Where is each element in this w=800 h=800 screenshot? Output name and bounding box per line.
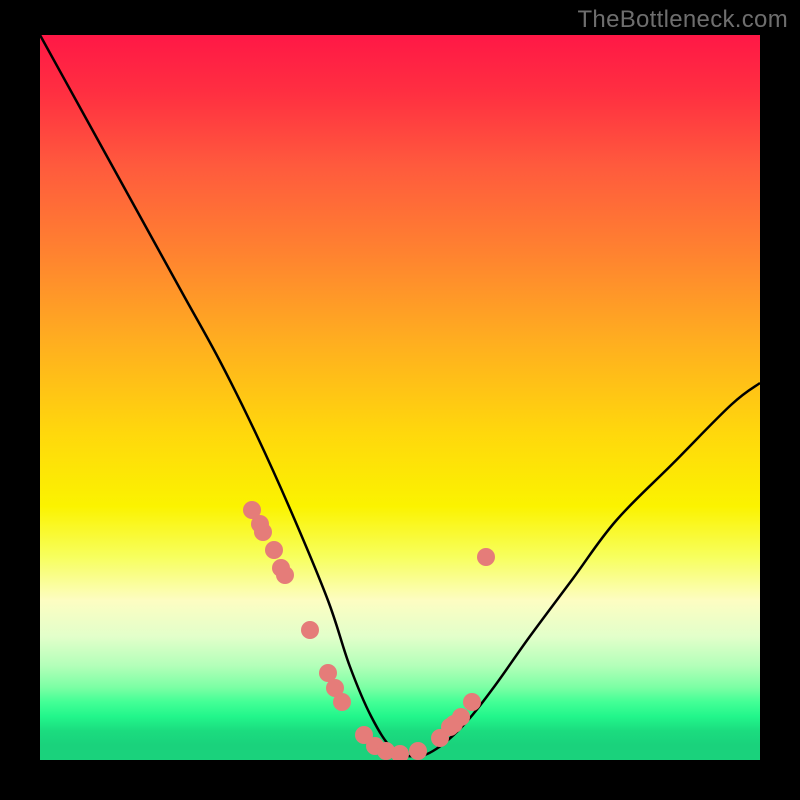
scatter-dot [254,523,272,541]
scatter-dot [463,693,481,711]
scatter-dot [409,742,427,760]
curve-layer [40,35,760,760]
chart-container: TheBottleneck.com [0,0,800,800]
scatter-dot [265,541,283,559]
scatter-dot [276,566,294,584]
plot-area [40,35,760,760]
scatter-dot [391,745,409,760]
scatter-dot [301,621,319,639]
watermark-text: TheBottleneck.com [577,6,788,34]
bottleneck-curve [40,35,760,756]
